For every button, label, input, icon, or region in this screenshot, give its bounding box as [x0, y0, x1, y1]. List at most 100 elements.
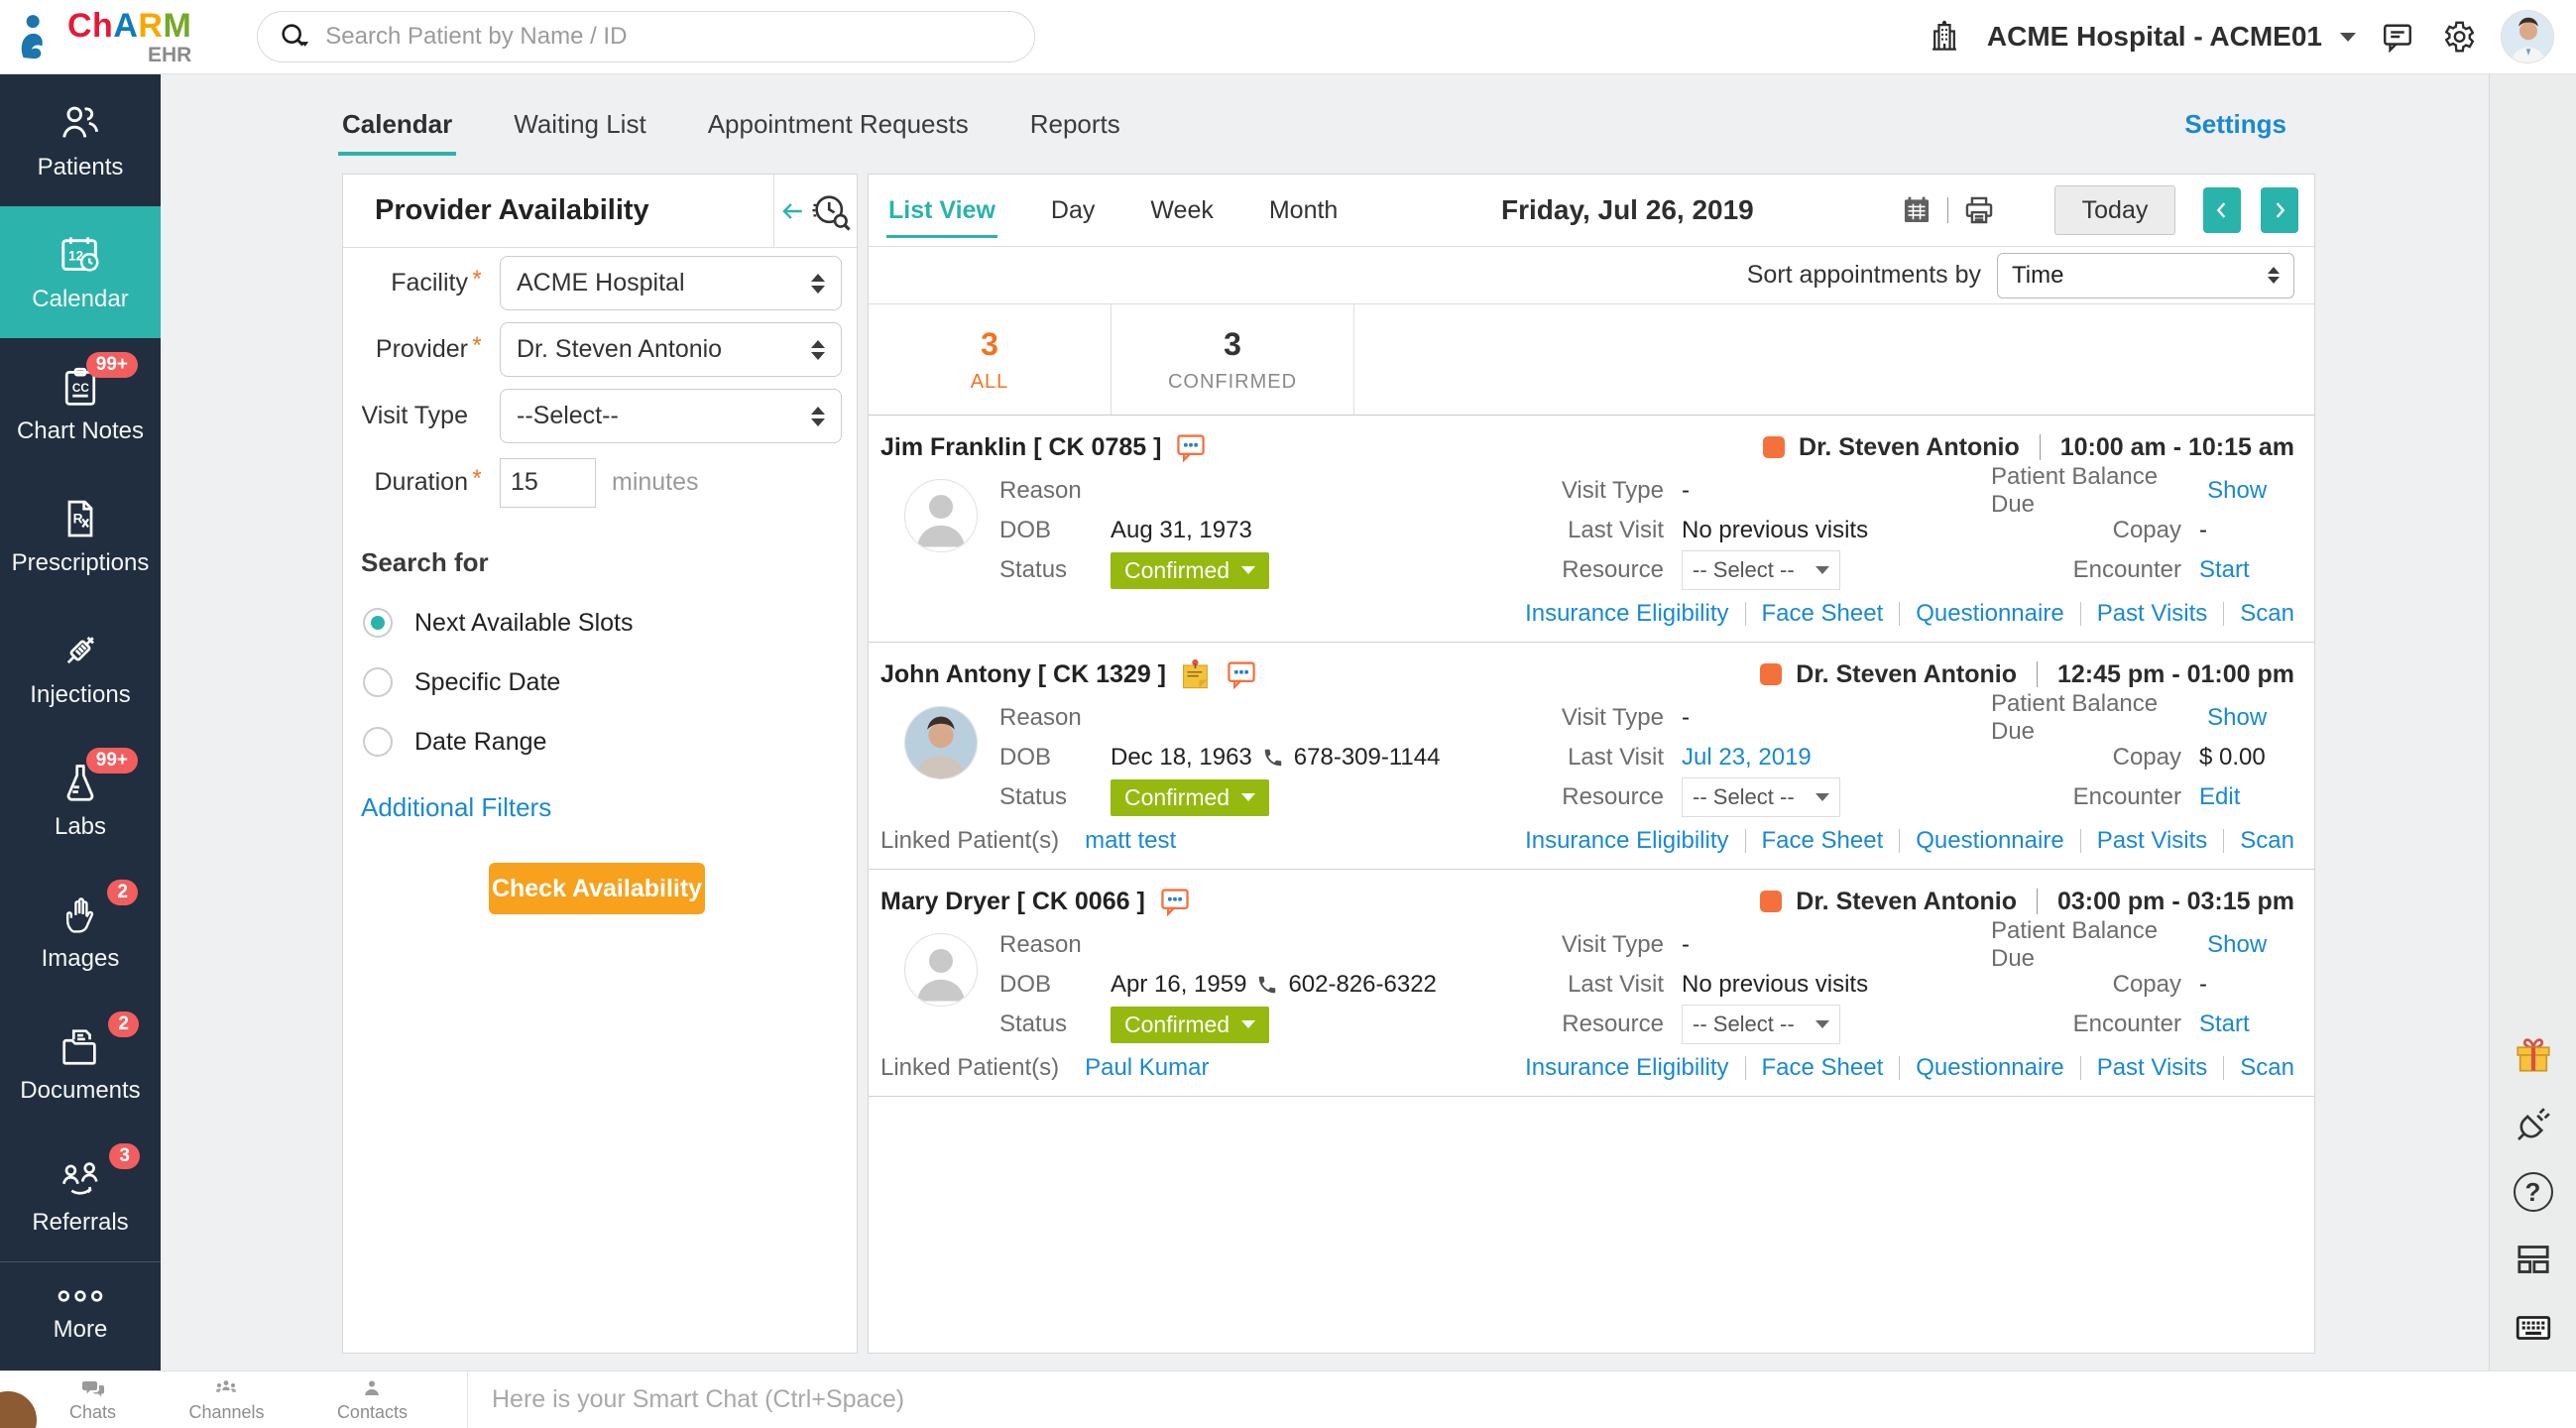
facility-switcher[interactable]: ACME Hospital - ACME01: [1987, 21, 2322, 53]
layout-icon[interactable]: [2514, 1240, 2553, 1279]
previous-day-button[interactable]: [2203, 187, 2241, 233]
status-dropdown[interactable]: Confirmed: [1111, 552, 1269, 589]
resource-select[interactable]: -- Select --: [1682, 777, 1840, 817]
view-tab-list[interactable]: List View: [888, 196, 995, 225]
balance-show-link[interactable]: Show: [2207, 931, 2294, 959]
sidebar-item-labs[interactable]: 99+ Labs: [0, 734, 161, 866]
radio-icon[interactable]: [363, 667, 393, 697]
sidebar-item-prescriptions[interactable]: R Prescriptions: [0, 470, 161, 602]
collapse-arrow-icon[interactable]: [779, 198, 805, 224]
contacts-button[interactable]: Contacts: [337, 1377, 408, 1423]
message-bubble-icon[interactable]: [1159, 886, 1191, 917]
tab-calendar[interactable]: Calendar: [342, 109, 452, 140]
balance-show-link[interactable]: Show: [2207, 477, 2294, 505]
provider-select[interactable]: Dr. Steven Antonio: [500, 322, 842, 377]
questionnaire-link[interactable]: Questionnaire: [1900, 1054, 2079, 1082]
tab-appointment-requests[interactable]: Appointment Requests: [708, 109, 969, 140]
encounter-link[interactable]: Edit: [2199, 783, 2294, 811]
facility-caret-icon[interactable]: [2340, 33, 2356, 42]
facility-select[interactable]: ACME Hospital: [500, 256, 842, 310]
filter-tab-all[interactable]: 3 ALL: [869, 304, 1112, 415]
patient-avatar[interactable]: [904, 479, 978, 552]
scan-link[interactable]: Scan: [2224, 827, 2294, 855]
visit-type-select[interactable]: --Select--: [500, 389, 842, 443]
status-dropdown[interactable]: Confirmed: [1111, 1007, 1269, 1043]
availability-clock-search-icon[interactable]: [810, 190, 852, 232]
radio-date-range[interactable]: Date Range: [363, 727, 857, 757]
filter-tab-confirmed[interactable]: 3 CONFIRMED: [1112, 304, 1354, 415]
linked-patient-link[interactable]: matt test: [1085, 827, 1176, 855]
status-dropdown[interactable]: Confirmed: [1111, 779, 1269, 816]
scan-link[interactable]: Scan: [2224, 600, 2294, 628]
sidebar-item-patients[interactable]: Patients: [0, 74, 161, 206]
mini-calendar-icon[interactable]: [1900, 193, 1933, 227]
patient-name[interactable]: John Antony [ CK 1329 ]: [880, 660, 1166, 689]
face-sheet-link[interactable]: Face Sheet: [1746, 827, 1900, 855]
face-sheet-link[interactable]: Face Sheet: [1746, 600, 1900, 628]
insurance-eligibility-link[interactable]: Insurance Eligibility: [1509, 1054, 1744, 1082]
past-visits-link[interactable]: Past Visits: [2081, 600, 2224, 628]
sidebar-item-chart-notes[interactable]: CC 99+ Chart Notes: [0, 338, 161, 470]
patient-name[interactable]: Mary Dryer [ CK 0066 ]: [880, 888, 1145, 916]
sidebar-item-more[interactable]: More: [0, 1261, 161, 1366]
past-visits-link[interactable]: Past Visits: [2081, 827, 2224, 855]
radio-specific-date[interactable]: Specific Date: [363, 667, 857, 697]
patient-avatar[interactable]: [904, 706, 978, 779]
scan-link[interactable]: Scan: [2224, 1054, 2294, 1082]
patient-name[interactable]: Jim Franklin [ CK 0785 ]: [880, 433, 1161, 462]
duration-input[interactable]: [500, 458, 596, 508]
resource-select[interactable]: -- Select --: [1682, 550, 1840, 590]
linked-patient-link[interactable]: Paul Kumar: [1085, 1054, 1209, 1082]
availability-search-tools[interactable]: [773, 175, 857, 247]
search-icon[interactable]: [278, 20, 311, 54]
radio-selected-icon[interactable]: [363, 608, 393, 638]
next-day-button[interactable]: [2261, 187, 2298, 233]
smart-chat-placeholder[interactable]: Here is your Smart Chat (Ctrl+Space): [492, 1385, 904, 1414]
balance-show-link[interactable]: Show: [2207, 704, 2294, 732]
sidebar-item-referrals[interactable]: 3 Referrals: [0, 1130, 161, 1261]
past-visits-link[interactable]: Past Visits: [2081, 1054, 2224, 1082]
tab-reports[interactable]: Reports: [1030, 109, 1120, 140]
sidebar-item-images[interactable]: 2 Images: [0, 866, 161, 998]
settings-link[interactable]: Settings: [2184, 109, 2286, 140]
insurance-eligibility-link[interactable]: Insurance Eligibility: [1509, 600, 1744, 628]
insurance-eligibility-link[interactable]: Insurance Eligibility: [1509, 827, 1744, 855]
patient-search[interactable]: [257, 11, 1035, 62]
search-input[interactable]: [325, 23, 1014, 51]
radio-icon[interactable]: [363, 727, 393, 757]
questionnaire-link[interactable]: Questionnaire: [1900, 827, 2079, 855]
sidebar-item-injections[interactable]: Injections: [0, 602, 161, 734]
patient-avatar[interactable]: [904, 933, 978, 1007]
face-sheet-link[interactable]: Face Sheet: [1746, 1054, 1900, 1082]
last-visit-link[interactable]: Jul 23, 2019: [1682, 744, 1812, 772]
sort-select[interactable]: Time: [1997, 253, 2294, 298]
channels-button[interactable]: Channels: [188, 1377, 264, 1423]
today-button[interactable]: Today: [2054, 185, 2175, 235]
tab-waiting-list[interactable]: Waiting List: [514, 109, 645, 140]
view-tab-day[interactable]: Day: [1051, 196, 1095, 225]
chats-button[interactable]: Chats: [69, 1377, 116, 1423]
messages-icon[interactable]: [2380, 19, 2415, 55]
radio-next-available-slots[interactable]: Next Available Slots: [363, 608, 857, 638]
sticky-notes-icon[interactable]: [1180, 657, 1212, 691]
encounter-link[interactable]: Start: [2199, 1011, 2294, 1038]
message-bubble-icon[interactable]: [1175, 431, 1207, 463]
view-tab-month[interactable]: Month: [1269, 196, 1338, 225]
resource-select[interactable]: -- Select --: [1682, 1005, 1840, 1044]
plug-icon[interactable]: [2514, 1105, 2553, 1144]
charm-logo[interactable]: ChARM EHR: [0, 9, 191, 65]
gear-icon[interactable]: [2439, 18, 2477, 56]
view-tab-week[interactable]: Week: [1150, 196, 1213, 225]
gift-icon[interactable]: [2513, 1035, 2554, 1077]
keyboard-icon[interactable]: [2513, 1307, 2554, 1349]
sidebar-item-calendar[interactable]: 12 Calendar: [0, 206, 161, 338]
additional-filters-link[interactable]: Additional Filters: [361, 792, 857, 823]
sidebar-item-documents[interactable]: 2 Documents: [0, 998, 161, 1130]
check-availability-button[interactable]: Check Availability: [489, 863, 705, 914]
user-avatar[interactable]: [2501, 10, 2554, 63]
questionnaire-link[interactable]: Questionnaire: [1900, 600, 2079, 628]
message-bubble-icon[interactable]: [1226, 658, 1257, 690]
print-icon[interactable]: [1962, 193, 1996, 227]
help-icon[interactable]: ?: [2514, 1172, 2553, 1212]
encounter-link[interactable]: Start: [2199, 556, 2294, 584]
